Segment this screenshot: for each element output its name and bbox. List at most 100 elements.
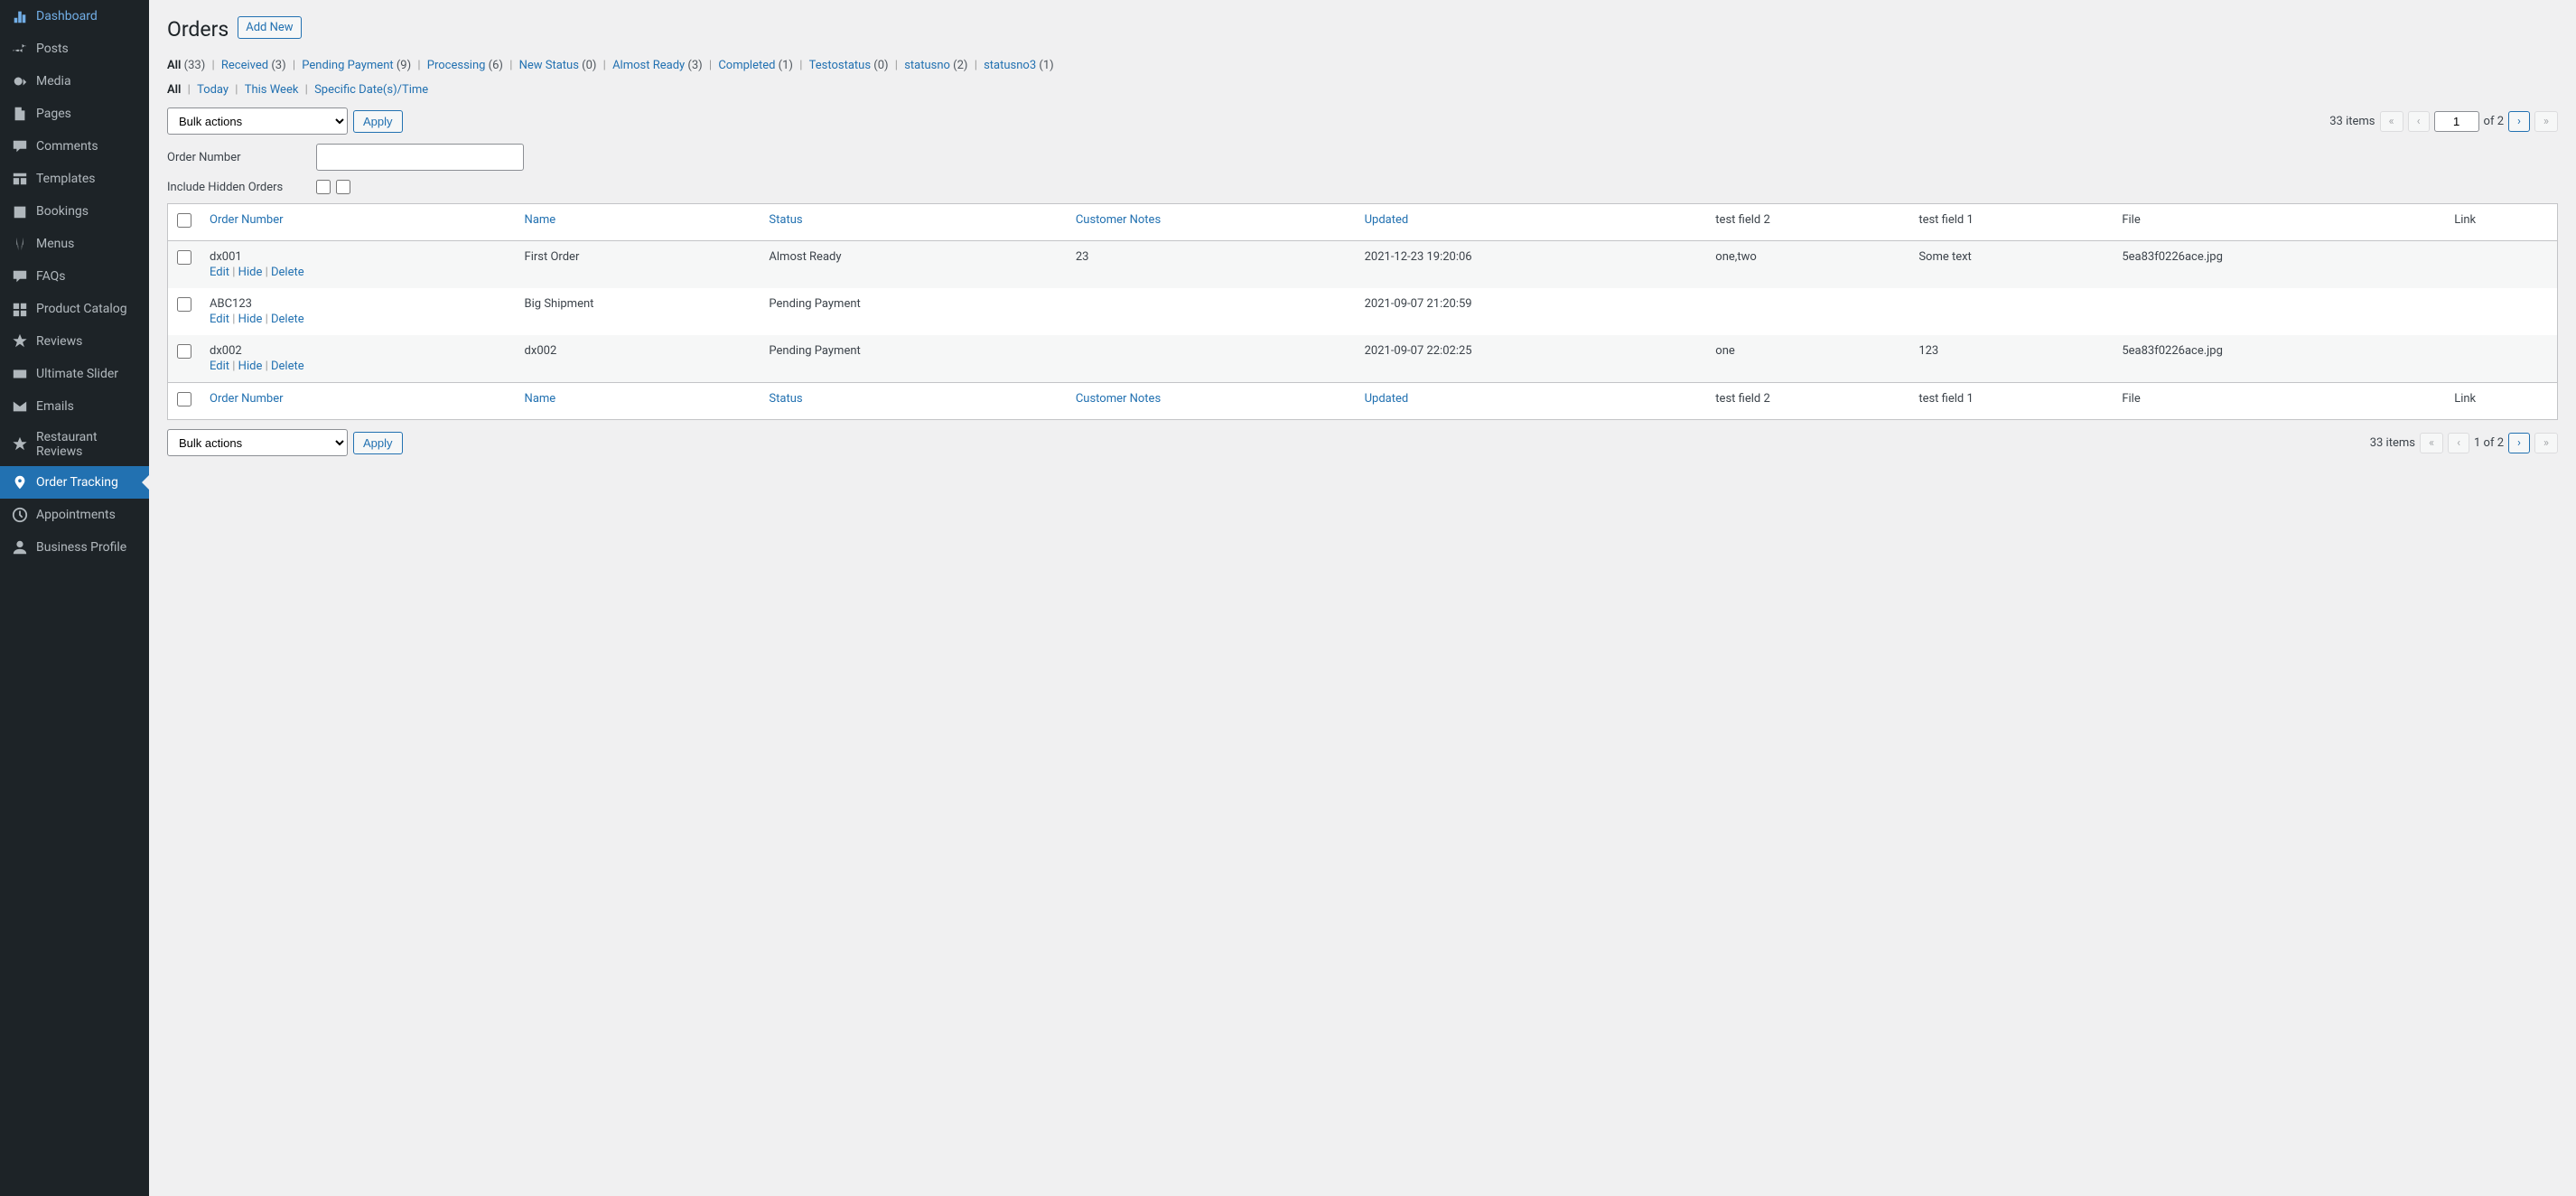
sidebar-item-order-tracking[interactable]: Order Tracking xyxy=(0,466,149,499)
select-all-bottom[interactable] xyxy=(177,392,191,406)
cell-updated: 2021-09-07 21:20:59 xyxy=(1356,288,1707,335)
status-filter-new-status[interactable]: New Status xyxy=(519,59,583,72)
prev-page-button-bottom: ‹ xyxy=(2448,433,2469,453)
sidebar-item-bookings[interactable]: Bookings xyxy=(0,195,149,228)
sidebar-item-comments[interactable]: Comments xyxy=(0,130,149,163)
layout-icon xyxy=(11,170,29,188)
sidebar-item-business-profile[interactable]: Business Profile xyxy=(0,531,149,564)
col-name[interactable]: Name xyxy=(525,213,556,227)
col-tf2-ft: test field 2 xyxy=(1706,383,1909,420)
sidebar-item-label: Templates xyxy=(36,172,96,186)
cell-status: Almost Ready xyxy=(760,241,1066,289)
sidebar-item-label: Business Profile xyxy=(36,540,126,555)
sidebar-item-appointments[interactable]: Appointments xyxy=(0,499,149,531)
sidebar-item-ultimate-slider[interactable]: Ultimate Slider xyxy=(0,358,149,390)
page-input[interactable] xyxy=(2434,111,2479,132)
edit-link[interactable]: Edit xyxy=(210,313,229,326)
sidebar-item-faqs[interactable]: FAQs xyxy=(0,260,149,293)
include-hidden-checkbox-1[interactable] xyxy=(316,180,331,194)
include-hidden-checkbox-2[interactable] xyxy=(336,180,350,194)
apply-button-bottom[interactable]: Apply xyxy=(353,432,403,454)
cell-name: Big Shipment xyxy=(516,288,761,335)
col-status[interactable]: Status xyxy=(769,213,802,227)
sidebar-item-menus[interactable]: Menus xyxy=(0,228,149,260)
sidebar-item-label: Bookings xyxy=(36,204,89,219)
select-all-top[interactable] xyxy=(177,213,191,228)
status-filter-completed[interactable]: Completed xyxy=(718,59,778,72)
status-filter-pending-payment[interactable]: Pending Payment xyxy=(302,59,397,72)
hide-link[interactable]: Hide xyxy=(238,313,263,326)
row-checkbox[interactable] xyxy=(177,344,191,359)
status-filter-testostatus[interactable]: Testostatus xyxy=(809,59,874,72)
comment-icon xyxy=(11,137,29,155)
items-count: 33 items xyxy=(2329,115,2375,128)
star-icon xyxy=(11,332,29,350)
row-checkbox[interactable] xyxy=(177,297,191,312)
next-page-button[interactable]: › xyxy=(2508,111,2530,132)
date-filter-today[interactable]: Today xyxy=(197,83,229,97)
apply-button-top[interactable]: Apply xyxy=(353,110,403,133)
items-count-bottom: 33 items xyxy=(2370,436,2415,450)
pagination-top: 33 items « ‹ of 2 › » xyxy=(2329,111,2558,132)
date-filter-specific-date-s-time[interactable]: Specific Date(s)/Time xyxy=(314,83,428,97)
sidebar-item-emails[interactable]: Emails xyxy=(0,390,149,423)
col-order-number-ft[interactable]: Order Number xyxy=(210,392,284,406)
delete-link[interactable]: Delete xyxy=(271,313,304,326)
hide-link[interactable]: Hide xyxy=(238,266,263,279)
sidebar-item-posts[interactable]: Posts xyxy=(0,33,149,65)
cell-status: Pending Payment xyxy=(760,288,1066,335)
col-customer-notes[interactable]: Customer Notes xyxy=(1076,213,1161,227)
bulk-actions-select[interactable]: Bulk actions xyxy=(167,107,348,135)
sidebar-item-label: Ultimate Slider xyxy=(36,367,118,381)
first-page-button: « xyxy=(2380,111,2403,132)
edit-link[interactable]: Edit xyxy=(210,266,229,279)
cell-name: dx002 xyxy=(516,335,761,383)
page-icon xyxy=(11,105,29,123)
col-tf2: test field 2 xyxy=(1706,204,1909,241)
last-page-button-bottom: » xyxy=(2534,433,2558,453)
delete-link[interactable]: Delete xyxy=(271,266,304,279)
page-title: Orders xyxy=(167,9,229,45)
sidebar-item-label: Product Catalog xyxy=(36,302,127,316)
sidebar-item-media[interactable]: Media xyxy=(0,65,149,98)
date-filter-all: All xyxy=(167,83,181,97)
sidebar-item-product-catalog[interactable]: Product Catalog xyxy=(0,293,149,325)
row-checkbox[interactable] xyxy=(177,250,191,265)
cell-tf2: one xyxy=(1706,335,1909,383)
delete-link[interactable]: Delete xyxy=(271,360,304,373)
date-filter-this-week[interactable]: This Week xyxy=(245,83,299,97)
status-filter-statusno3[interactable]: statusno3 xyxy=(984,59,1039,72)
col-updated-ft[interactable]: Updated xyxy=(1365,392,1409,406)
hide-link[interactable]: Hide xyxy=(238,360,263,373)
col-link-ft: Link xyxy=(2445,383,2557,420)
dashboard-icon xyxy=(11,7,29,25)
col-status-ft[interactable]: Status xyxy=(769,392,802,406)
cell-file xyxy=(2113,288,2445,335)
add-new-button[interactable]: Add New xyxy=(238,16,301,39)
sidebar-item-reviews[interactable]: Reviews xyxy=(0,325,149,358)
bulk-actions-select-bottom[interactable]: Bulk actions xyxy=(167,429,348,456)
col-customer-notes-ft[interactable]: Customer Notes xyxy=(1076,392,1161,406)
status-filter-received[interactable]: Received xyxy=(221,59,271,72)
cell-notes xyxy=(1067,288,1356,335)
col-tf1: test field 1 xyxy=(1909,204,2113,241)
status-filter-almost-ready[interactable]: Almost Ready xyxy=(612,59,687,72)
next-page-button-bottom[interactable]: › xyxy=(2508,433,2530,453)
sidebar-item-templates[interactable]: Templates xyxy=(0,163,149,195)
col-updated[interactable]: Updated xyxy=(1365,213,1409,227)
status-filter-processing[interactable]: Processing xyxy=(427,59,489,72)
cell-link xyxy=(2445,288,2557,335)
sidebar-item-label: Comments xyxy=(36,139,98,154)
sidebar-item-restaurant-reviews[interactable]: Restaurant Reviews xyxy=(0,423,149,466)
cell-order-number: dx002 xyxy=(210,344,507,358)
edit-link[interactable]: Edit xyxy=(210,360,229,373)
include-hidden-label: Include Hidden Orders xyxy=(167,181,316,194)
sidebar-item-dashboard[interactable]: Dashboard xyxy=(0,0,149,33)
sidebar-item-label: Restaurant Reviews xyxy=(36,430,138,459)
sidebar-item-pages[interactable]: Pages xyxy=(0,98,149,130)
col-name-ft[interactable]: Name xyxy=(525,392,556,406)
cell-order-number: dx001 xyxy=(210,250,507,264)
status-filter-statusno[interactable]: statusno xyxy=(904,59,953,72)
col-order-number[interactable]: Order Number xyxy=(210,213,284,227)
order-number-input[interactable] xyxy=(316,144,524,171)
